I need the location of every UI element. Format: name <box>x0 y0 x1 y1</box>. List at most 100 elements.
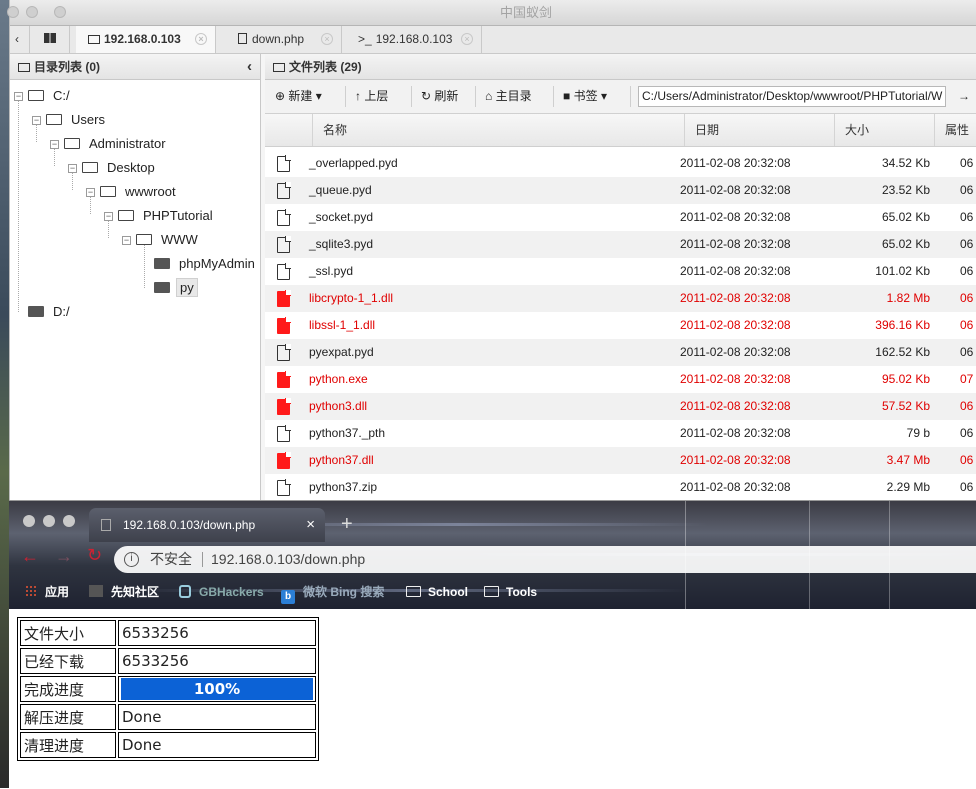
file-date: 2011-02-08 20:32:08 <box>680 291 791 305</box>
directory-panel-header: 目录列表 (0) ‹ <box>10 54 260 80</box>
file-name: _socket.pyd <box>309 210 374 224</box>
tree-node-wwwroot[interactable]: wwwroot <box>100 182 179 202</box>
bookmark-bing[interactable]: b 微软 Bing 搜索 <box>281 576 384 609</box>
column-name[interactable]: 名称 <box>313 114 685 146</box>
bookmark-gbhackers[interactable]: GBHackers <box>179 576 264 609</box>
bookmark-xianzhi[interactable]: 先知社区 <box>89 576 159 609</box>
path-input[interactable]: C:/Users/Administrator/Desktop/wwwroot/P… <box>638 86 946 107</box>
reload-button[interactable]: ↻ <box>87 545 102 566</box>
file-row[interactable]: python37.dll 2011-02-08 20:32:08 3.47 Mb 06 <box>265 447 976 474</box>
binary-file-icon <box>277 317 291 334</box>
file-row[interactable]: pyexpat.pyd 2011-02-08 20:32:08 162.52 Kb 0… <box>265 339 976 366</box>
tab-bar: ‹ 192.168.0.103 × down.php × >_ 192.168.0… <box>10 26 976 54</box>
file-panel-header: 文件列表 (29) <box>265 54 976 80</box>
browser-chrome: 192.168.0.103/down.php × + ← → ↻ i 不安全 1… <box>9 501 976 609</box>
table-row: 已经下载 6533256 <box>20 648 316 674</box>
file-list: _overlapped.pyd 2011-02-08 20:32:08 34.52 … <box>265 150 976 500</box>
file-row[interactable]: python37.zip 2011-02-08 20:32:08 2.29 Mb 06 <box>265 474 976 500</box>
bookmark-apps[interactable]: 应用 <box>25 576 69 609</box>
file-attr: 06 <box>960 453 974 467</box>
tree-node-c[interactable]: C:/ <box>28 86 73 106</box>
tree-node-desktop[interactable]: Desktop <box>82 158 158 178</box>
file-name: _ssl.pyd <box>309 264 354 278</box>
table-row: 文件大小 6533256 <box>20 620 316 646</box>
file-size: 79 b <box>906 426 930 440</box>
file-attr: 06 <box>960 345 974 359</box>
zoom-window-button[interactable] <box>63 515 75 527</box>
tree-node-phpmyadmin[interactable]: phpMyAdmin <box>154 254 258 274</box>
browser-tab-title: 192.168.0.103/down.php <box>123 518 256 532</box>
go-button[interactable]: → <box>958 80 970 113</box>
file-row[interactable]: libssl-1_1.dll 2011-02-08 20:32:08 396.16 … <box>265 312 976 339</box>
file-icon <box>277 236 291 253</box>
home-icon: ⌂ <box>485 89 493 103</box>
tree-node-d[interactable]: D:/ <box>28 302 73 322</box>
file-row[interactable]: _overlapped.pyd 2011-02-08 20:32:08 34.52 … <box>265 150 976 177</box>
file-row[interactable]: _sqlite3.pyd 2011-02-08 20:32:08 65.02 Kb 0… <box>265 231 976 258</box>
tab-scroll-left[interactable]: ‹ <box>10 26 30 53</box>
file-size: 101.02 Kb <box>875 264 930 278</box>
column-size[interactable]: 大小 <box>835 114 935 146</box>
tab-down-php[interactable]: down.php × <box>226 26 342 53</box>
folder-icon <box>484 586 499 597</box>
tab-label: 192.168.0.103 <box>104 32 181 46</box>
file-name: python3.dll <box>309 399 368 413</box>
close-tab-icon[interactable]: × <box>306 508 315 542</box>
address-bar[interactable]: i 不安全 192.168.0.103/down.php <box>114 546 976 573</box>
page-favicon <box>101 519 111 531</box>
tab-home[interactable] <box>30 26 70 53</box>
file-icon <box>277 182 291 199</box>
file-size: 162.52 Kb <box>875 345 930 359</box>
file-toolbar: ⊕ 新建 ▾ ↑ 上层 ↻ 刷新 ⌂ 主目录 ■ 书签 ▾ C:/Users/A… <box>265 80 976 114</box>
close-tab-icon[interactable]: × <box>321 33 333 45</box>
new-button[interactable]: ⊕ 新建 ▾ <box>275 80 322 113</box>
tab-shell[interactable]: 192.168.0.103 × <box>76 26 216 53</box>
column-date[interactable]: 日期 <box>685 114 835 146</box>
file-size: 396.16 Kb <box>875 318 930 332</box>
file-icon <box>277 425 291 442</box>
file-name: libssl-1_1.dll <box>309 318 376 332</box>
file-row[interactable]: _socket.pyd 2011-02-08 20:32:08 65.02 Kb 06 <box>265 204 976 231</box>
file-row[interactable]: python3.dll 2011-02-08 20:32:08 57.52 Kb 06 <box>265 393 976 420</box>
column-attr[interactable]: 属性 <box>935 114 976 146</box>
file-name: python.exe <box>309 372 368 386</box>
bookmark-folder-tools[interactable]: Tools <box>484 576 537 609</box>
tree-node-administrator[interactable]: Administrator <box>64 134 169 154</box>
close-window-button[interactable] <box>23 515 35 527</box>
refresh-button[interactable]: ↻ 刷新 <box>421 80 458 113</box>
tab-terminal[interactable]: >_ 192.168.0.103 × <box>346 26 482 53</box>
file-size: 57.52 Kb <box>881 399 930 413</box>
bookmark-folder-school[interactable]: School <box>406 576 468 609</box>
file-name: pyexpat.pyd <box>309 345 374 359</box>
directory-panel-title: 目录列表 (0) <box>34 60 101 74</box>
bookmark-icon: ■ <box>563 89 571 103</box>
table-row: 完成进度 100% <box>20 676 316 702</box>
tree-node-users[interactable]: Users <box>46 110 108 130</box>
new-tab-button[interactable]: + <box>341 513 353 535</box>
file-icon <box>277 263 291 280</box>
browser-tab[interactable]: 192.168.0.103/down.php × <box>89 508 325 542</box>
close-tab-icon[interactable]: × <box>195 33 207 45</box>
tree-node-www[interactable]: WWW <box>136 230 201 250</box>
file-row[interactable]: _queue.pyd 2011-02-08 20:32:08 23.52 Kb 06 <box>265 177 976 204</box>
file-size-label: 文件大小 <box>20 620 116 646</box>
file-row[interactable]: libcrypto-1_1.dll 2011-02-08 20:32:08 1.82… <box>265 285 976 312</box>
collapse-panel-icon[interactable]: ‹ <box>247 54 252 80</box>
file-row[interactable]: _ssl.pyd 2011-02-08 20:32:08 101.02 Kb 06 <box>265 258 976 285</box>
home-button[interactable]: ⌂ 主目录 <box>485 80 532 113</box>
back-button[interactable]: ← <box>21 546 39 567</box>
close-tab-icon[interactable]: × <box>461 33 473 45</box>
tree-node-phptutorial[interactable]: PHPTutorial <box>118 206 216 226</box>
binary-file-icon <box>277 371 291 388</box>
arrow-right-icon: → <box>958 89 970 103</box>
minimize-window-button[interactable] <box>43 515 55 527</box>
file-name: python37.dll <box>309 453 374 467</box>
folder-icon <box>18 63 30 72</box>
file-row[interactable]: python37._pth 2011-02-08 20:32:08 79 b 06 <box>265 420 976 447</box>
bing-icon: b <box>281 590 295 604</box>
tree-node-py[interactable]: py <box>154 278 198 298</box>
bookmark-button[interactable]: ■ 书签 ▾ <box>563 80 607 113</box>
forward-button[interactable]: → <box>55 546 73 567</box>
up-button[interactable]: ↑ 上层 <box>355 80 388 113</box>
file-row[interactable]: python.exe 2011-02-08 20:32:08 95.02 Kb 07 <box>265 366 976 393</box>
